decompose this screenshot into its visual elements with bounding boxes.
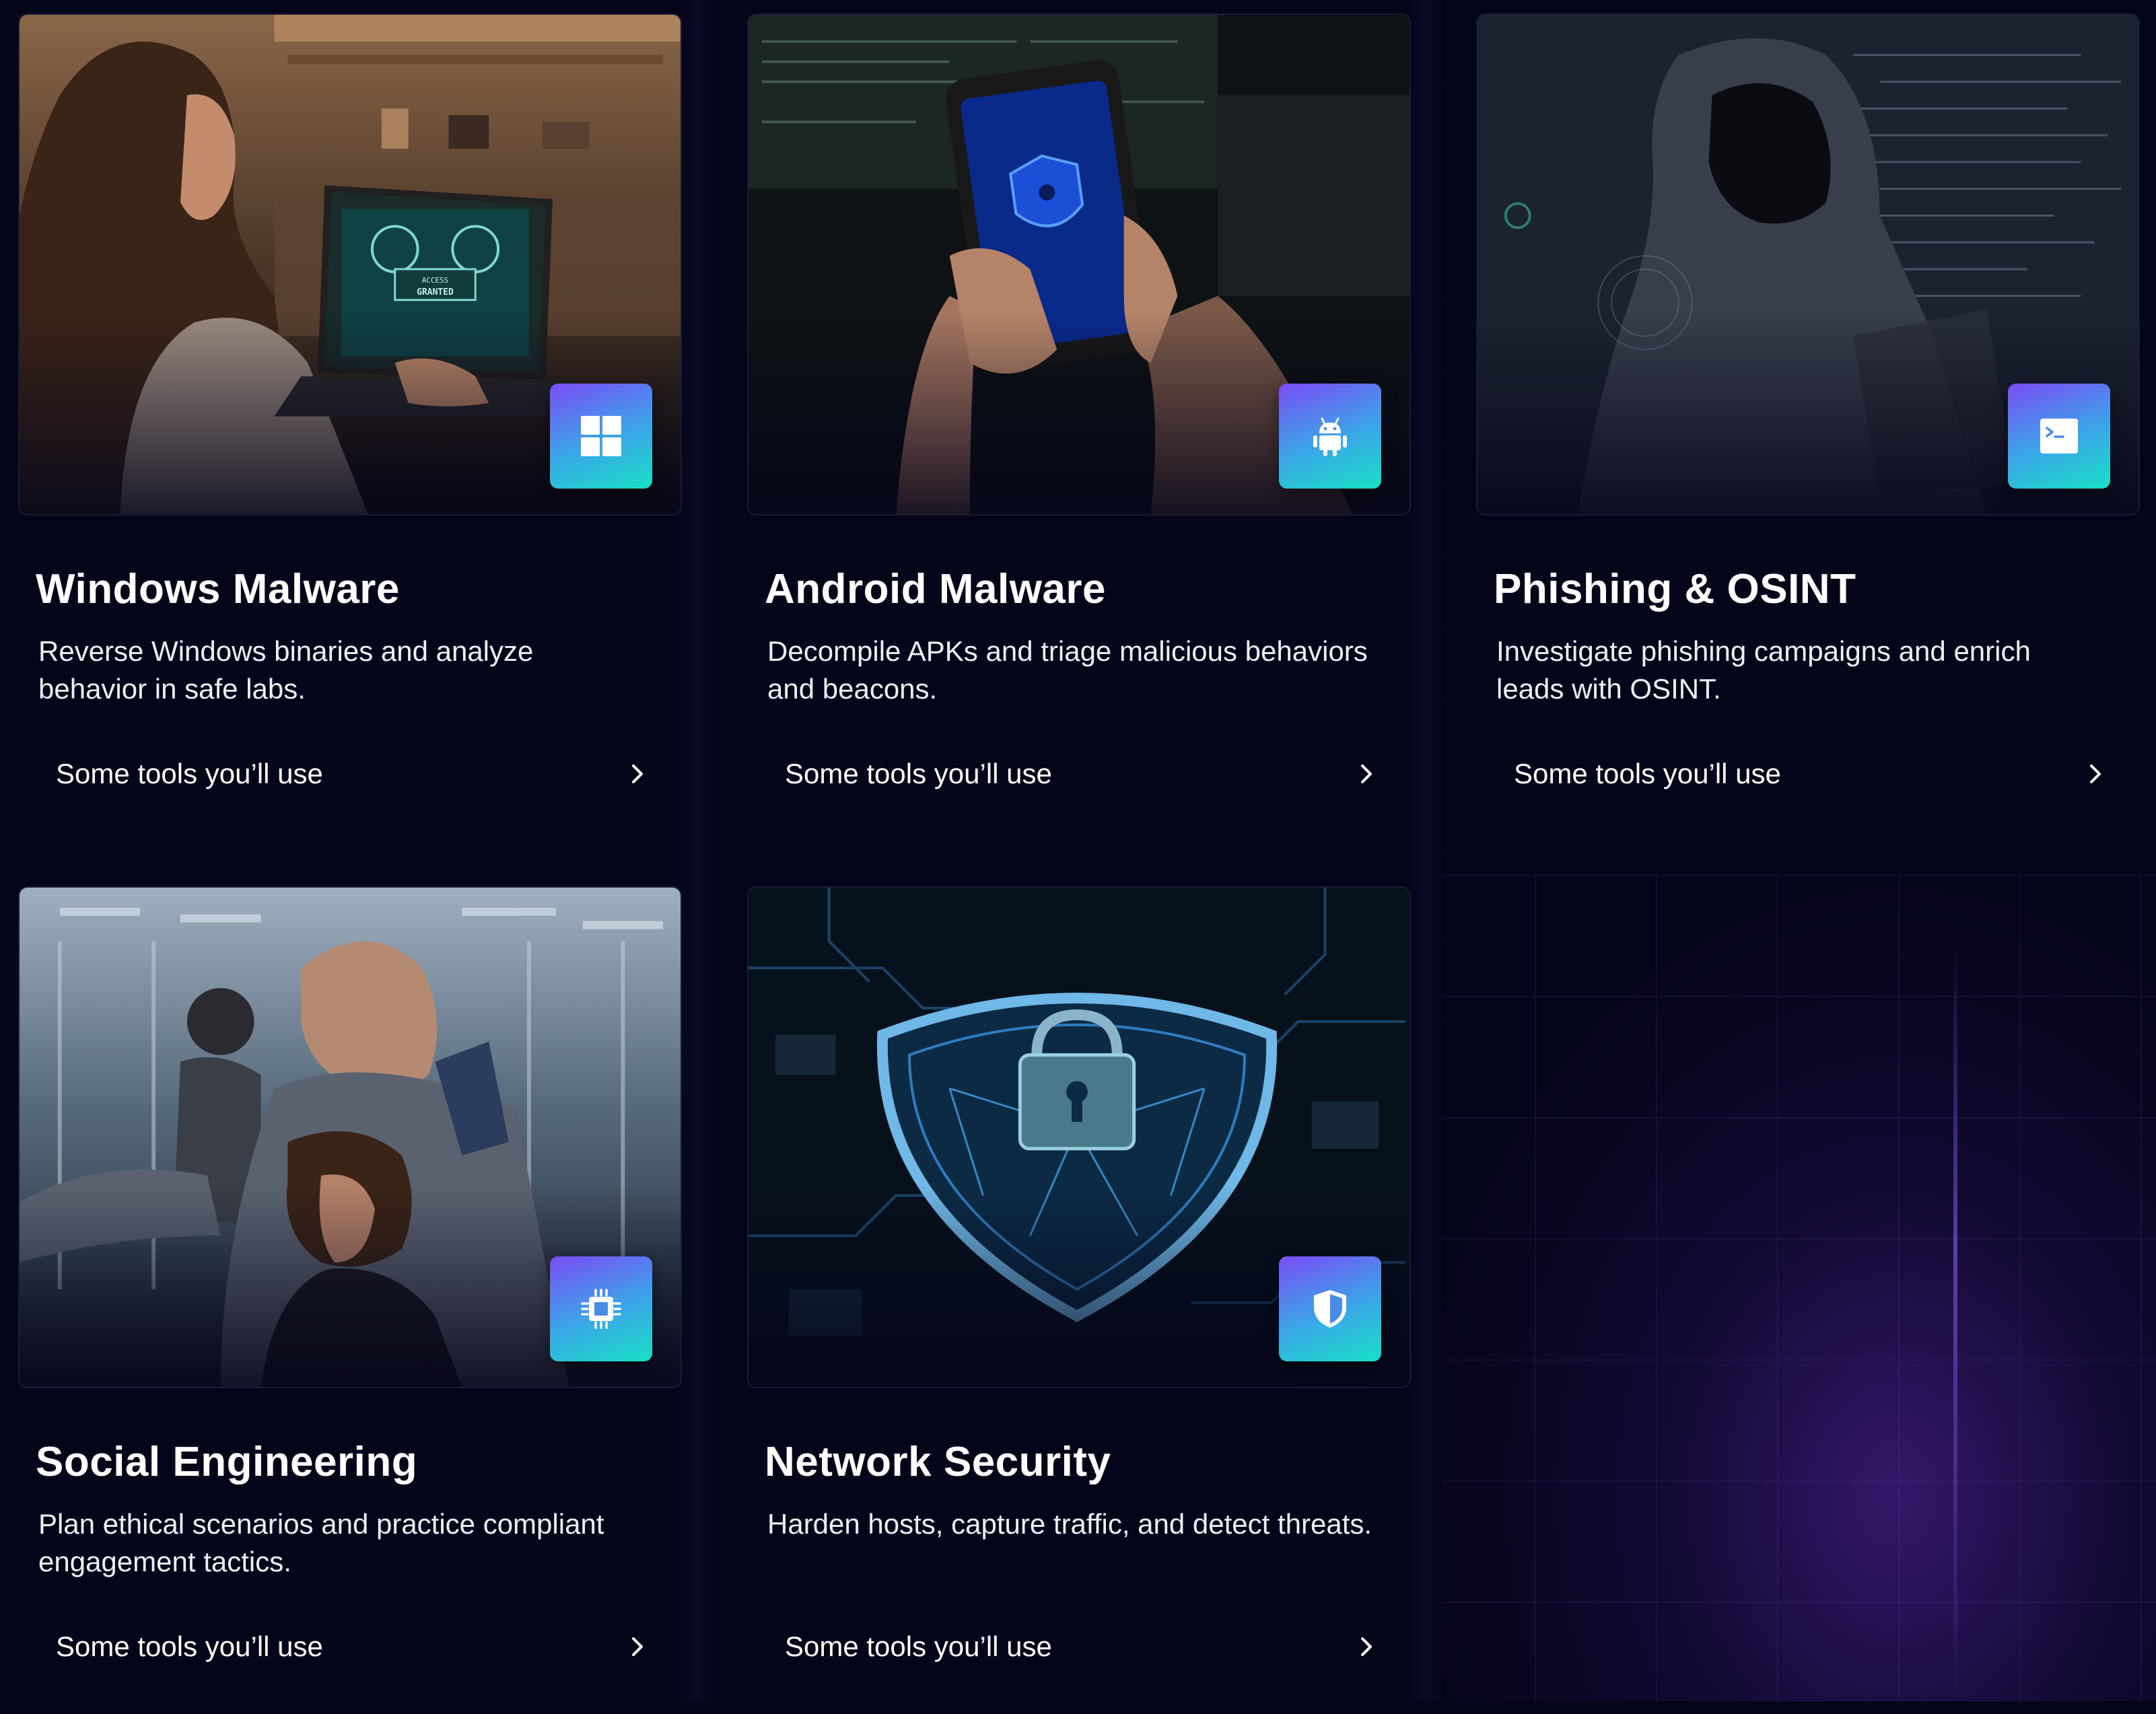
card-title: Windows Malware bbox=[36, 566, 400, 612]
chevron-right-icon bbox=[1361, 1637, 1372, 1656]
card-android-malware: Android Malware Decompile APKs and triag… bbox=[747, 13, 1411, 841]
category-badge bbox=[1279, 384, 1381, 489]
card-image bbox=[1476, 13, 2140, 515]
card-description: Investigate phishing campaigns and enric… bbox=[1496, 635, 2031, 705]
tools-label: Some tools you’ll use bbox=[785, 1631, 1052, 1662]
chevron-right-icon bbox=[632, 1637, 643, 1656]
card-description: Harden hosts, capture traffic, and detec… bbox=[767, 1508, 1372, 1540]
photo-text-granted: GRANTED bbox=[417, 287, 454, 297]
android-icon bbox=[1313, 417, 1347, 456]
photo-text-access: ACCESS bbox=[422, 276, 449, 285]
shield-icon bbox=[1314, 1290, 1346, 1328]
chevron-right-icon bbox=[632, 764, 643, 783]
background-grid bbox=[1414, 875, 2156, 1701]
card-title: Network Security bbox=[765, 1439, 1111, 1485]
tools-label: Some tools you’ll use bbox=[56, 1631, 323, 1662]
card-social-engineering: Social Engineering Plan ethical scenario… bbox=[18, 886, 682, 1714]
card-description: Reverse Windows binaries and analyze beh… bbox=[38, 635, 534, 705]
tools-label: Some tools you’ll use bbox=[785, 758, 1052, 789]
chevron-right-icon bbox=[2090, 764, 2101, 783]
windows-icon bbox=[581, 416, 621, 456]
tools-toggle-button[interactable]: Some tools you’ll use bbox=[1496, 732, 2129, 816]
card-windows-malware: ACCESS GRANTED Windows Malware Reverse W… bbox=[18, 13, 682, 841]
column-divider bbox=[1409, 0, 1442, 1701]
card-title: Social Engineering bbox=[36, 1439, 418, 1485]
tools-toggle-button[interactable]: Some tools you’ll use bbox=[767, 1605, 1400, 1688]
chip-icon bbox=[581, 1289, 621, 1329]
card-phishing-osint: Phishing & OSINT Investigate phishing ca… bbox=[1476, 13, 2140, 841]
tools-toggle-button[interactable]: Some tools you’ll use bbox=[38, 1605, 671, 1688]
card-description: Plan ethical scenarios and practice comp… bbox=[38, 1508, 604, 1577]
card-image: ACCESS GRANTED bbox=[18, 13, 682, 515]
card-title: Android Malware bbox=[765, 566, 1107, 612]
background-light-beam bbox=[1953, 942, 1957, 1701]
category-badge bbox=[1279, 1256, 1381, 1361]
card-title: Phishing & OSINT bbox=[1494, 566, 1856, 612]
tools-toggle-button[interactable]: Some tools you’ll use bbox=[767, 732, 1400, 816]
card-description: Decompile APKs and triage malicious beha… bbox=[767, 635, 1368, 705]
card-image bbox=[747, 13, 1411, 515]
category-badge bbox=[550, 1256, 652, 1361]
tools-toggle-button[interactable]: Some tools you’ll use bbox=[38, 732, 671, 816]
card-image bbox=[18, 886, 682, 1388]
category-badge bbox=[2008, 384, 2110, 489]
card-network-security: Network Security Harden hosts, capture t… bbox=[747, 886, 1411, 1714]
column-divider bbox=[680, 0, 714, 1701]
category-badge bbox=[550, 384, 652, 489]
chevron-right-icon bbox=[1361, 764, 1372, 783]
terminal-icon bbox=[2040, 419, 2078, 454]
card-image bbox=[747, 886, 1411, 1388]
tools-label: Some tools you’ll use bbox=[56, 758, 323, 789]
background-glow bbox=[1414, 875, 2156, 1701]
tools-label: Some tools you’ll use bbox=[1514, 758, 1781, 789]
